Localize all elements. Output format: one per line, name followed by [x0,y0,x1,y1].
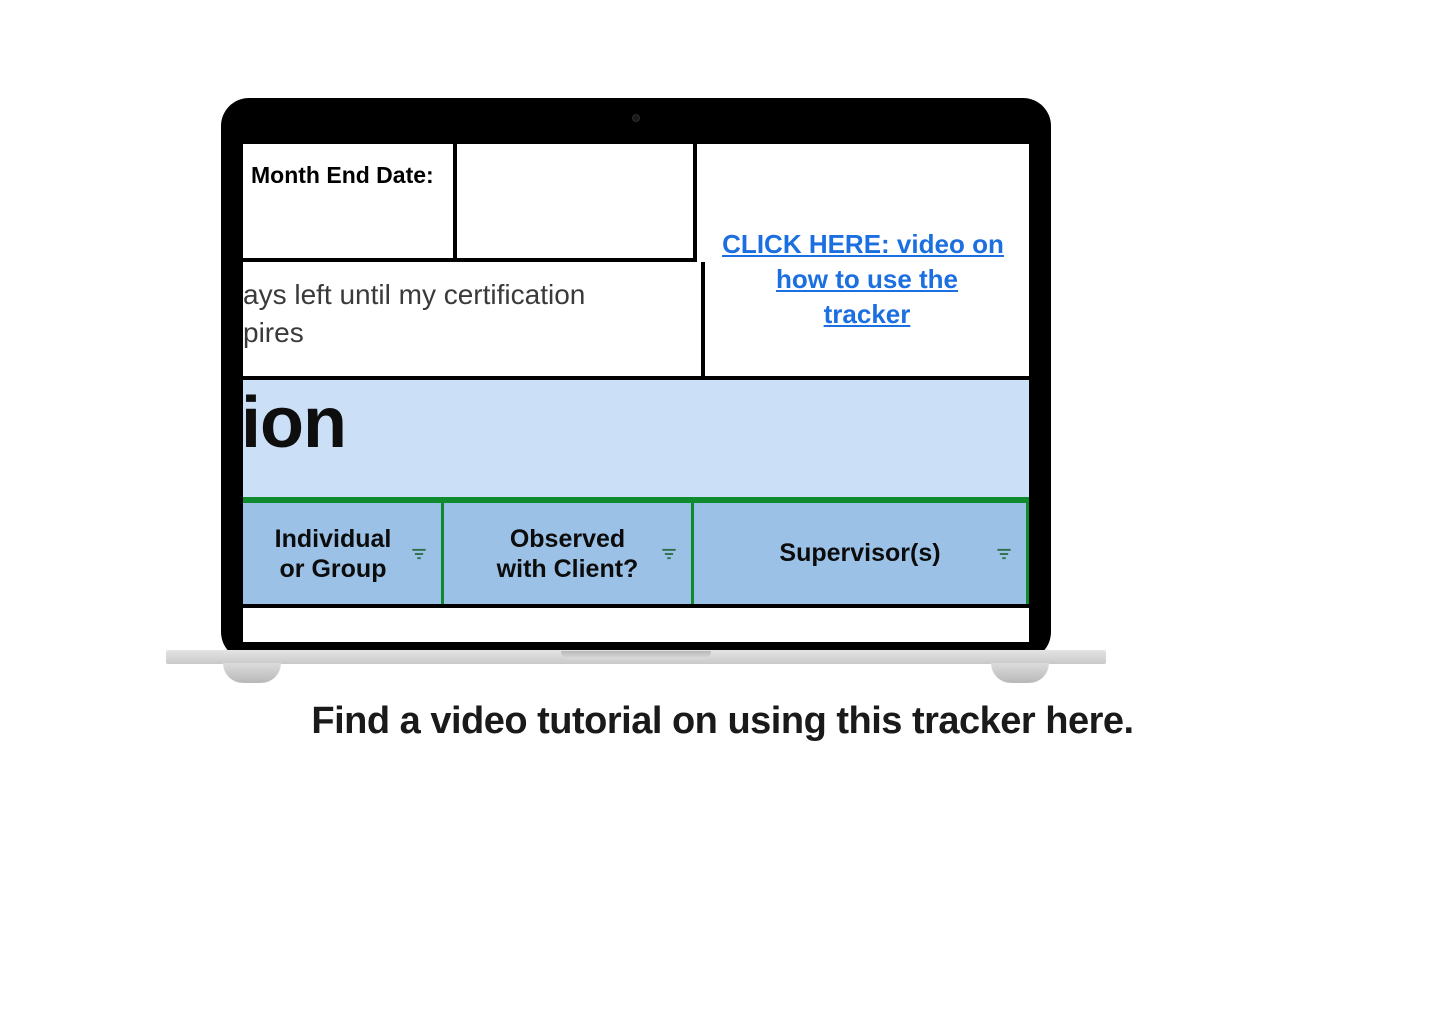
laptop-foot-right [991,663,1049,683]
month-end-value-cell[interactable] [457,144,697,262]
certification-days-cell: ays left until my certification pires [243,262,701,380]
laptop-bezel: Month End Date: CLICK HERE: video on ays… [229,106,1043,652]
month-end-label-cell: Month End Date: [243,144,457,262]
col2-line1: Observed [497,524,639,554]
mid-row: ays left until my certification pires ho… [243,262,1029,380]
spreadsheet-screen: Month End Date: CLICK HERE: video on ays… [243,140,1029,642]
camera-icon [632,114,640,122]
top-row: Month End Date: CLICK HERE: video on [243,140,1029,262]
col3-label: Supervisor(s) [779,539,940,568]
laptop-frame: Month End Date: CLICK HERE: video on ays… [221,98,1051,660]
filter-icon[interactable] [659,544,679,564]
section-header-band: ion [243,380,1029,500]
caption-text: Find a video tutorial on using this trac… [0,700,1445,743]
col1-line1: Individual [275,524,392,554]
column-header-individual-group[interactable]: Individual or Group [243,500,443,604]
cert-line2: pires [243,314,701,352]
col2-line2: with Client? [497,554,639,584]
filter-icon[interactable] [409,544,429,564]
laptop-feet [185,663,1087,683]
video-link-cell-top: CLICK HERE: video on [697,144,1029,262]
video-link-cell-bottom[interactable]: how to use the tracker [701,262,1029,380]
laptop-base [166,650,1106,664]
video-link-line2: how to use the [776,262,958,297]
bottom-spacer [243,608,1029,614]
video-link-line3: tracker [824,297,911,332]
month-end-label: Month End Date: [251,162,434,188]
filter-icon[interactable] [994,544,1014,564]
column-header-observed[interactable]: Observed with Client? [443,500,693,604]
column-header-supervisors[interactable]: Supervisor(s) [693,500,1029,604]
cert-line1: ays left until my certification [243,276,701,314]
column-headers: Individual or Group Observed wi [243,500,1029,608]
section-header-fragment: ion [243,382,346,464]
video-link-line1: CLICK HERE: video on [722,227,1004,262]
col1-line2: or Group [275,554,392,584]
laptop-foot-left [223,663,281,683]
video-tutorial-link[interactable]: CLICK HERE: video on [722,227,1004,262]
